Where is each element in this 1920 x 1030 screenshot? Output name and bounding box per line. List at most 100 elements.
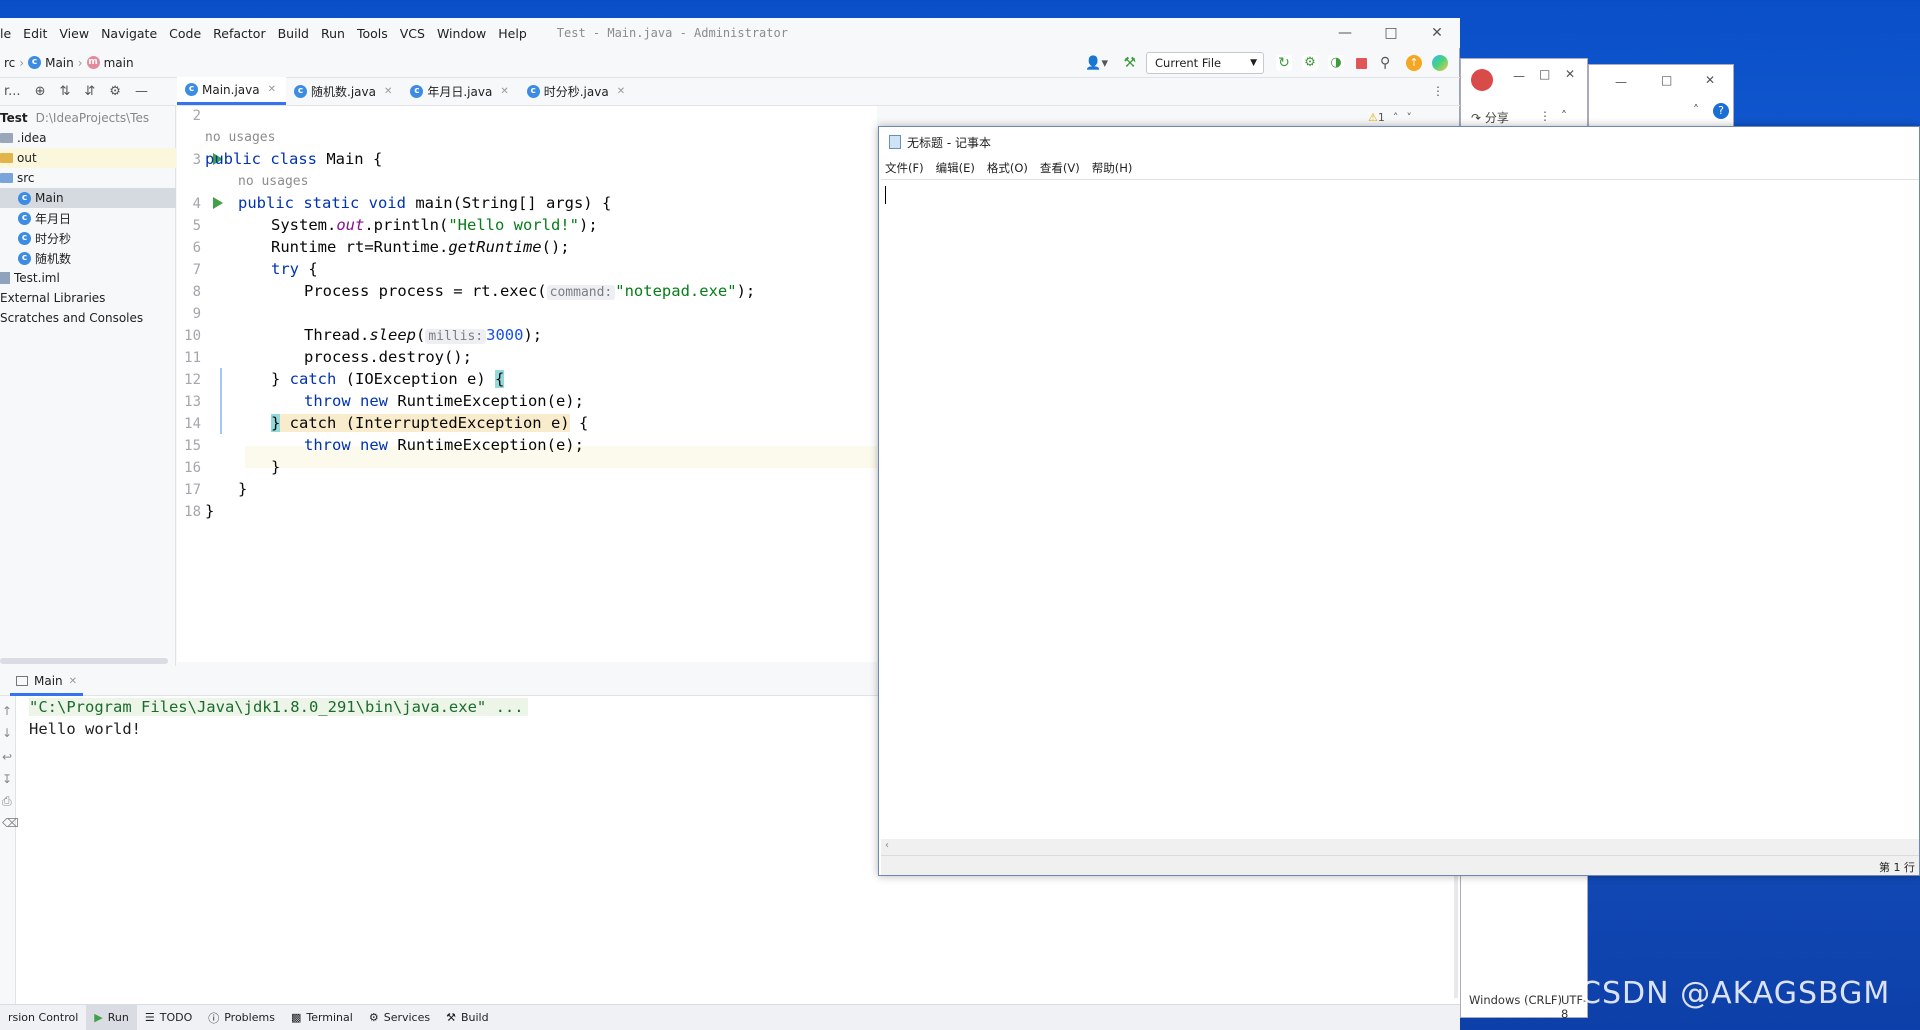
down-arrow-icon[interactable]: ↓ bbox=[2, 726, 12, 740]
locate-icon[interactable]: ⊕ bbox=[35, 84, 46, 99]
tree-item-random[interactable]: c 随机数 bbox=[0, 248, 176, 268]
debug-icon[interactable]: ⚙ bbox=[1302, 55, 1318, 71]
menu-help[interactable]: 帮助(H) bbox=[1092, 160, 1133, 176]
menu-vcs[interactable]: VCS bbox=[400, 26, 425, 41]
trash-icon[interactable]: ⌫ bbox=[2, 816, 19, 830]
line-number: 13 bbox=[184, 394, 201, 410]
update-icon[interactable]: ↑ bbox=[1406, 55, 1422, 71]
cursor-position: 第 1 行 bbox=[1879, 861, 1915, 874]
notepad-hscrollbar[interactable]: ‹ bbox=[881, 839, 1919, 855]
breadcrumb-main-method[interactable]: m main bbox=[86, 56, 134, 70]
menu-run[interactable]: Run bbox=[321, 26, 345, 41]
prev-issue-icon[interactable]: ˄ bbox=[1393, 111, 1399, 124]
tree-item-src[interactable]: src bbox=[0, 168, 176, 188]
menu-view[interactable]: View bbox=[59, 26, 89, 41]
code-editor[interactable]: 2 3 4 5 6 7 8 9 10 11 12 13 14 15 16 17 … bbox=[177, 106, 877, 662]
close-tab-icon[interactable]: ✕ bbox=[69, 676, 77, 687]
user-icon[interactable]: 👤▾ bbox=[1085, 56, 1108, 71]
tool-version-control[interactable]: rsion Control bbox=[0, 1005, 86, 1030]
breadcrumb-src[interactable]: rc › bbox=[4, 56, 24, 70]
menu-edit[interactable]: 编辑(E) bbox=[936, 160, 975, 176]
close-icon[interactable]: ✕ bbox=[1414, 18, 1460, 48]
usages-hint[interactable]: no usages bbox=[238, 174, 308, 189]
close-tab-icon[interactable]: ✕ bbox=[268, 84, 276, 95]
menu-navigate[interactable]: Navigate bbox=[101, 26, 157, 41]
tool-terminal[interactable]: ▩ Terminal bbox=[283, 1005, 361, 1030]
tab-main-java[interactable]: c Main.java ✕ bbox=[177, 77, 286, 105]
minimize-icon[interactable]: — bbox=[1513, 69, 1525, 83]
rerun-icon[interactable]: ↻ bbox=[1276, 55, 1292, 71]
scroll-left-icon[interactable]: ‹ bbox=[885, 840, 889, 851]
menu-window[interactable]: Window bbox=[437, 26, 486, 41]
menu-code[interactable]: Code bbox=[169, 26, 201, 41]
menu-build[interactable]: Build bbox=[278, 26, 309, 41]
tree-item-idea[interactable]: .idea bbox=[0, 128, 176, 148]
more-tabs-icon[interactable]: ⋮ bbox=[1432, 84, 1444, 98]
maximize-icon[interactable]: □ bbox=[1539, 67, 1550, 81]
project-dropdown[interactable]: r... bbox=[4, 84, 21, 99]
menu-refactor[interactable]: Refactor bbox=[213, 26, 265, 41]
menu-file[interactable]: le bbox=[0, 26, 11, 41]
tree-item-date[interactable]: c 年月日 bbox=[0, 208, 176, 228]
close-icon[interactable]: ✕ bbox=[1705, 73, 1715, 87]
tab-date-java[interactable]: c 年月日.java ✕ bbox=[402, 77, 518, 105]
notepad-text-area[interactable] bbox=[881, 179, 1919, 839]
menu-tools[interactable]: Tools bbox=[357, 26, 388, 41]
close-tab-icon[interactable]: ✕ bbox=[500, 86, 508, 97]
encoding-line-ending[interactable]: Windows (CRLF) bbox=[1469, 993, 1562, 1007]
close-tab-icon[interactable]: ✕ bbox=[617, 86, 625, 97]
minimize-icon[interactable]: — bbox=[1322, 18, 1368, 48]
run-main-icon[interactable] bbox=[213, 197, 223, 209]
tab-random-java[interactable]: c 随机数.java ✕ bbox=[286, 77, 402, 105]
tree-item-external-libraries[interactable]: External Libraries bbox=[0, 288, 176, 308]
menu-help[interactable]: Help bbox=[498, 26, 527, 41]
collapse-icon[interactable]: ˄ bbox=[1693, 103, 1699, 117]
close-tab-icon[interactable]: ✕ bbox=[384, 86, 392, 97]
soft-wrap-icon[interactable]: ↩ bbox=[2, 750, 12, 764]
notepad-title: 无标题 - 记事本 bbox=[907, 135, 991, 150]
up-arrow-icon[interactable]: ↑ bbox=[2, 704, 12, 718]
build-hammer-icon[interactable]: ⚒ bbox=[1123, 55, 1136, 71]
tab-time-java[interactable]: c 时分秒.java ✕ bbox=[519, 77, 635, 105]
plugin-icon[interactable] bbox=[1432, 55, 1448, 71]
hide-panel-icon[interactable]: — bbox=[135, 84, 148, 99]
menu-view[interactable]: 查看(V) bbox=[1040, 160, 1080, 176]
help-icon[interactable]: ? bbox=[1713, 103, 1729, 119]
minimize-icon[interactable]: — bbox=[1615, 75, 1627, 89]
print-icon[interactable]: ⎙ bbox=[2, 794, 12, 809]
maximize-icon[interactable]: □ bbox=[1661, 73, 1672, 87]
tree-hscrollbar[interactable] bbox=[0, 658, 168, 664]
tree-item-scratches[interactable]: Scratches and Consoles bbox=[0, 308, 176, 328]
close-icon[interactable]: ✕ bbox=[1565, 67, 1575, 81]
tool-run[interactable]: ▶ Run bbox=[86, 1004, 137, 1030]
expand-all-icon[interactable]: ⇅ bbox=[59, 84, 70, 99]
run-tab-main[interactable]: Main ✕ bbox=[10, 670, 84, 696]
search-icon[interactable]: ⚲ bbox=[1380, 55, 1396, 71]
menu-format[interactable]: 格式(O) bbox=[987, 160, 1028, 176]
tree-item-iml[interactable]: Test.iml bbox=[0, 268, 176, 288]
tree-item-out[interactable]: out bbox=[0, 148, 176, 168]
menu-file[interactable]: 文件(F) bbox=[885, 160, 924, 176]
tool-build[interactable]: ⚒ Build bbox=[438, 1005, 497, 1030]
tool-todo[interactable]: ☰ TODO bbox=[137, 1005, 200, 1030]
tree-item-main[interactable]: c Main bbox=[0, 188, 176, 208]
usages-hint[interactable]: no usages bbox=[205, 130, 275, 145]
tool-problems[interactable]: ⓘ Problems bbox=[200, 1005, 283, 1030]
tree-root[interactable]: Test D:\IdeaProjects\Tes bbox=[0, 108, 176, 128]
scroll-end-icon[interactable]: ↧ bbox=[2, 772, 12, 786]
settings-gear-icon[interactable]: ⚙ bbox=[109, 84, 121, 99]
share-button[interactable]: ↷ 分享 bbox=[1471, 109, 1509, 126]
run-configuration-select[interactable]: Current File ▼ bbox=[1146, 52, 1264, 74]
collapse-all-icon[interactable]: ⇵ bbox=[84, 84, 95, 99]
tool-services[interactable]: ⚙ Services bbox=[361, 1005, 438, 1030]
breadcrumb-main-class[interactable]: c Main › bbox=[28, 56, 83, 70]
menu-edit[interactable]: Edit bbox=[23, 26, 47, 41]
collapse-icon[interactable]: ˄ bbox=[1561, 109, 1567, 123]
next-issue-icon[interactable]: ˅ bbox=[1406, 111, 1412, 124]
inspection-widget[interactable]: ⚠1 ˄ ˅ bbox=[1368, 111, 1412, 124]
tree-item-time[interactable]: c 时分秒 bbox=[0, 228, 176, 248]
stop-icon[interactable] bbox=[1356, 58, 1367, 69]
more-icon[interactable]: ⋮ bbox=[1539, 109, 1551, 123]
coverage-icon[interactable]: ◑ bbox=[1328, 55, 1344, 71]
maximize-icon[interactable]: □ bbox=[1368, 18, 1414, 48]
